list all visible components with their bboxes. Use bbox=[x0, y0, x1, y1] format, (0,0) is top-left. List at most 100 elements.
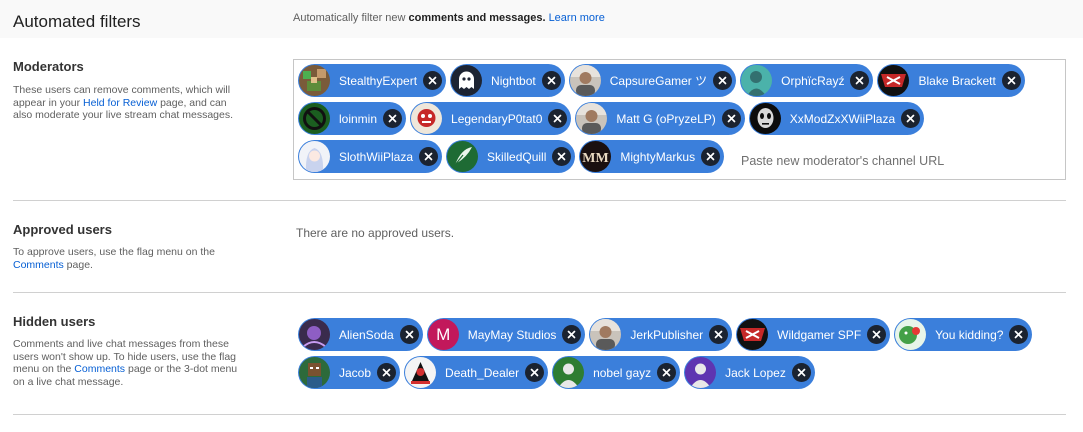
remove-icon[interactable] bbox=[562, 325, 582, 344]
user-chip[interactable]: CapsureGamer ツ bbox=[568, 64, 737, 97]
comments-link[interactable]: Comments bbox=[74, 363, 125, 375]
avatar bbox=[451, 65, 483, 96]
remove-icon[interactable] bbox=[525, 363, 545, 382]
user-chip-name: Matt G (oPryzeLP) bbox=[616, 111, 716, 126]
approved-users-title: Approved users bbox=[13, 222, 112, 237]
user-chip-name: Nightbot bbox=[491, 73, 536, 88]
moderators-row-1: StealthyExpert Nightbot CapsureGamer ツ Orph… bbox=[298, 64, 1025, 97]
comments-link[interactable]: Comments bbox=[13, 259, 64, 271]
remove-icon[interactable] bbox=[377, 363, 397, 382]
learn-more-link[interactable]: Learn more bbox=[549, 12, 605, 24]
user-chip[interactable]: Nightbot bbox=[450, 64, 565, 97]
user-chip[interactable]: Death_Dealer bbox=[404, 356, 549, 389]
moderators-row-2: loinmin LegendaryP0tat0 Matt G (oPryzeLP) X… bbox=[298, 102, 925, 135]
user-chip-name: Wildgamer SPF bbox=[777, 327, 862, 342]
user-chip[interactable]: Jack Lopez bbox=[684, 356, 815, 389]
moderator-url-input[interactable] bbox=[741, 150, 1041, 172]
user-chip-name: nobel gayz bbox=[593, 365, 652, 380]
user-chip-name: You kidding? bbox=[935, 327, 1004, 342]
remove-icon[interactable] bbox=[548, 109, 568, 128]
user-chip-name: MayMay Studios bbox=[467, 327, 557, 342]
remove-icon[interactable] bbox=[423, 71, 443, 90]
user-chip[interactable]: Wildgamer SPF bbox=[736, 318, 891, 351]
avatar bbox=[576, 103, 608, 134]
remove-icon[interactable] bbox=[1001, 71, 1021, 90]
avatar bbox=[590, 319, 622, 350]
user-chip-name: OrphïcRayź bbox=[781, 73, 845, 88]
user-chip[interactable]: Matt G (oPryzeLP) bbox=[575, 102, 745, 135]
user-chip[interactable]: M MayMay Studios bbox=[426, 318, 586, 351]
remove-icon[interactable] bbox=[701, 147, 721, 166]
user-chip[interactable]: You kidding? bbox=[894, 318, 1033, 351]
remove-icon[interactable] bbox=[657, 363, 677, 382]
remove-icon[interactable] bbox=[419, 147, 439, 166]
user-chip-name: SkilledQuill bbox=[487, 149, 547, 164]
avatar bbox=[737, 319, 769, 350]
avatar bbox=[299, 319, 330, 350]
remove-icon[interactable] bbox=[709, 325, 729, 344]
remove-icon[interactable] bbox=[399, 325, 419, 344]
moderators-row-3: SlothWiiPlaza SkilledQuill MM MightyMarkus bbox=[298, 140, 725, 173]
avatar: MM bbox=[580, 141, 612, 172]
section-divider bbox=[13, 414, 1066, 415]
moderators-description: These users can remove comments, which w… bbox=[13, 84, 238, 122]
svg-text:MM: MM bbox=[583, 151, 609, 166]
avatar bbox=[553, 357, 585, 388]
avatar bbox=[299, 141, 330, 172]
avatar bbox=[749, 103, 781, 134]
remove-icon[interactable] bbox=[850, 71, 870, 90]
user-chip[interactable]: SlothWiiPlaza bbox=[298, 140, 443, 173]
avatar bbox=[299, 357, 330, 388]
user-chip-name: XxModZxXWiiPlaza bbox=[789, 111, 896, 126]
remove-icon[interactable] bbox=[552, 147, 572, 166]
remove-icon[interactable] bbox=[901, 109, 921, 128]
page-description-bold: comments and messages. bbox=[408, 12, 546, 24]
user-chip[interactable]: LegendaryP0tat0 bbox=[410, 102, 572, 135]
remove-icon[interactable] bbox=[721, 109, 741, 128]
hidden-users-row-2: Jacob Death_Dealer nobel gayz Jack Lopez bbox=[298, 356, 815, 389]
user-chip[interactable]: Blake Brackett bbox=[877, 64, 1025, 97]
remove-icon[interactable] bbox=[713, 71, 733, 90]
section-divider bbox=[13, 200, 1066, 201]
user-chip-name: AlienSoda bbox=[339, 327, 394, 342]
avatar bbox=[741, 65, 773, 96]
page-description-text: Automatically filter new bbox=[293, 12, 409, 24]
held-for-review-link[interactable]: Held for Review bbox=[83, 97, 157, 109]
user-chip[interactable]: StealthyExpert bbox=[298, 64, 447, 97]
user-chip[interactable]: OrphïcRayź bbox=[740, 64, 874, 97]
user-chip[interactable]: SkilledQuill bbox=[446, 140, 576, 173]
user-chip-name: loinmin bbox=[339, 111, 378, 126]
user-chip[interactable]: nobel gayz bbox=[552, 356, 681, 389]
remove-icon[interactable] bbox=[791, 363, 811, 382]
remove-icon[interactable] bbox=[1009, 325, 1029, 344]
page-title: Automated filters bbox=[13, 12, 141, 31]
remove-icon[interactable] bbox=[541, 71, 561, 90]
approved-users-empty: There are no approved users. bbox=[296, 226, 455, 240]
avatar bbox=[685, 357, 717, 388]
hidden-users-row-1: AlienSoda M MayMay Studios JerkPublisher Wil… bbox=[298, 318, 1033, 351]
user-chip-name: LegendaryP0tat0 bbox=[451, 111, 543, 126]
user-chip[interactable]: XxModZxXWiiPlaza bbox=[748, 102, 925, 135]
user-chip[interactable]: JerkPublisher bbox=[589, 318, 733, 351]
hidden-users-description: Comments and live chat messages from the… bbox=[13, 338, 238, 388]
user-chip[interactable]: loinmin bbox=[298, 102, 407, 135]
avatar bbox=[299, 65, 330, 96]
avatar bbox=[895, 319, 927, 350]
approved-desc-text: To approve users, use the flag menu on t… bbox=[13, 246, 215, 258]
avatar bbox=[569, 65, 601, 96]
page-description: Automatically filter new comments and me… bbox=[293, 12, 605, 24]
avatar-letter: M bbox=[436, 324, 451, 344]
user-chip[interactable]: MM MightyMarkus bbox=[579, 140, 725, 173]
approved-users-description: To approve users, use the flag menu on t… bbox=[13, 246, 238, 271]
page-header: Automated filters Automatically filter n… bbox=[0, 0, 1083, 38]
user-chip-name: CapsureGamer ツ bbox=[609, 74, 708, 88]
user-chip[interactable]: AlienSoda bbox=[298, 318, 423, 351]
avatar bbox=[411, 103, 443, 134]
user-chip-name: MightyMarkus bbox=[620, 149, 696, 164]
avatar: M bbox=[427, 319, 459, 350]
remove-icon[interactable] bbox=[383, 109, 403, 128]
section-divider bbox=[13, 292, 1066, 293]
remove-icon[interactable] bbox=[867, 325, 887, 344]
user-chip[interactable]: Jacob bbox=[298, 356, 401, 389]
hidden-users-title: Hidden users bbox=[13, 314, 96, 329]
